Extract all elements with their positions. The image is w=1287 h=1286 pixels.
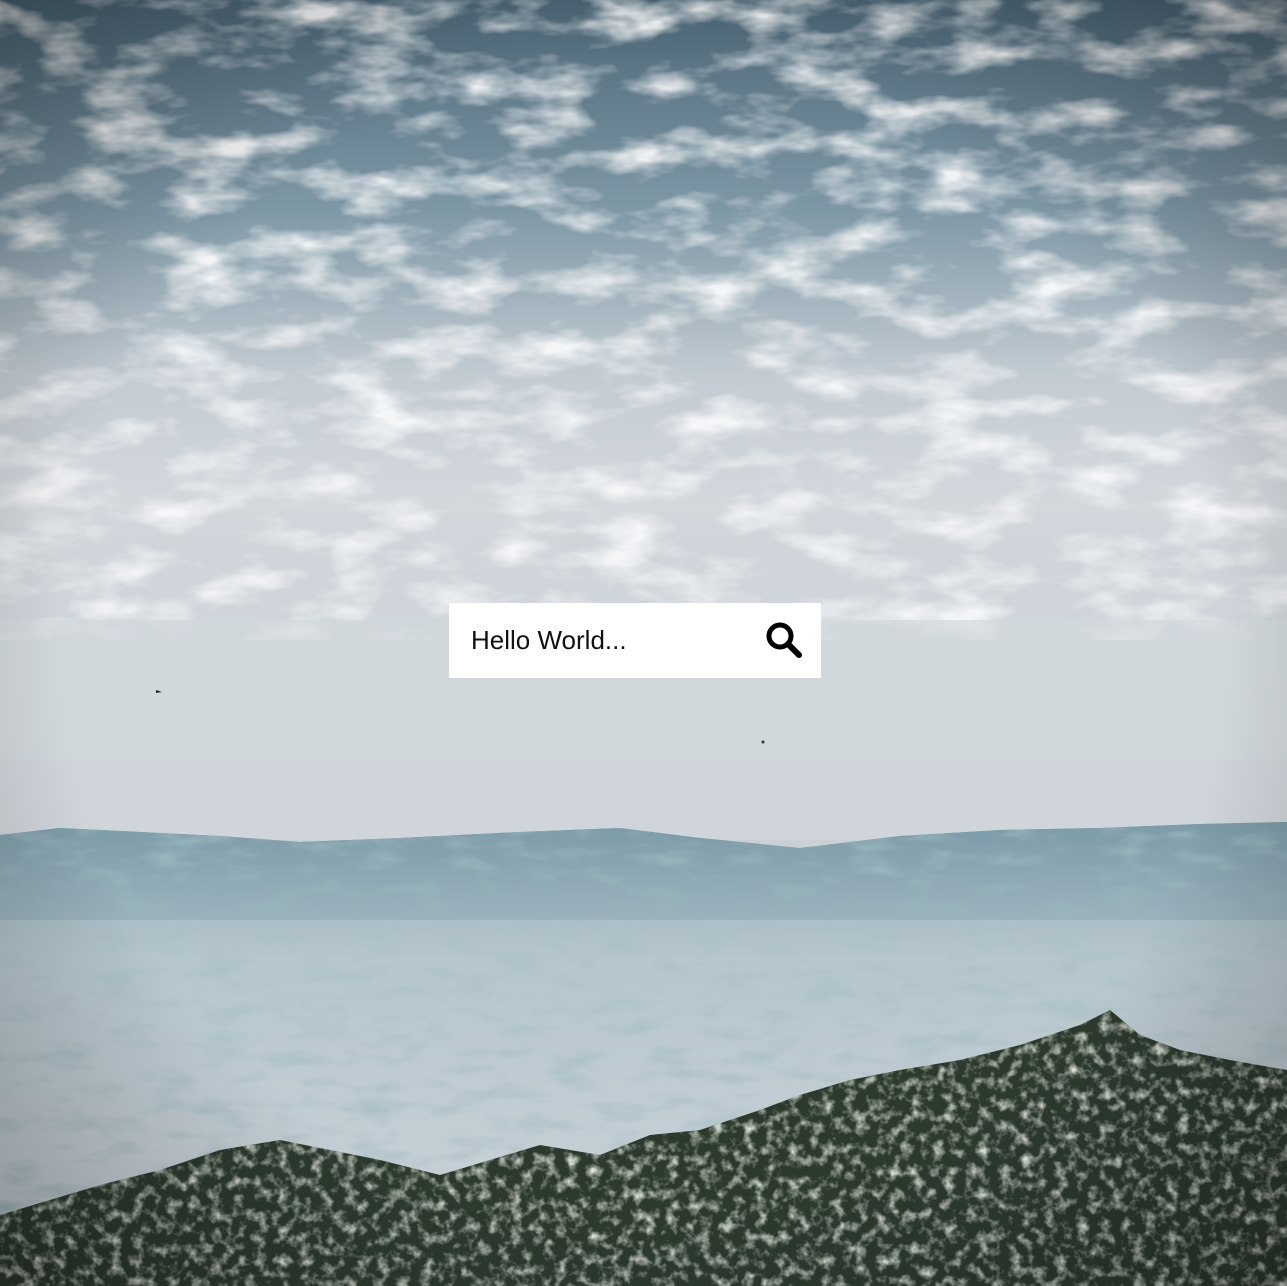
search-icon (766, 622, 802, 658)
background-scene (0, 0, 1287, 1286)
search-form (449, 603, 821, 678)
search-button[interactable] (763, 619, 805, 661)
search-input[interactable] (449, 603, 739, 678)
